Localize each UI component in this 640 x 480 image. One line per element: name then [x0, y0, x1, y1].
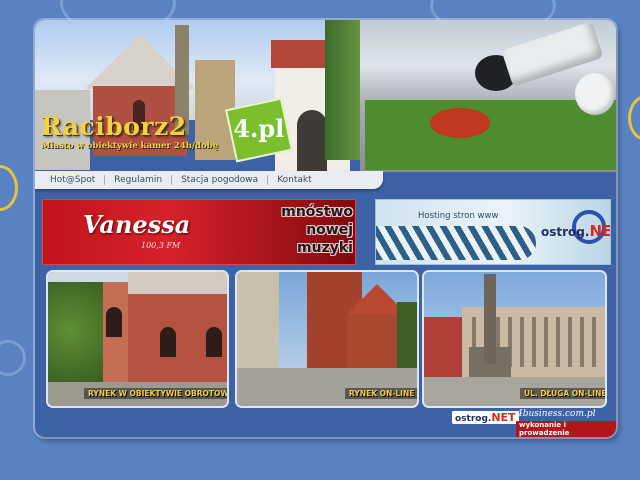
footer-credit: wykonanie i prowadzenie	[516, 421, 616, 437]
vanessa-slogan: mnóstwo nowej muzyki	[228, 203, 353, 257]
background-swirl	[628, 95, 640, 141]
site-tagline: Miasto w obiektywie kamer 24h/dobę	[41, 141, 218, 151]
tile-label: RYNEK ON-LINE	[345, 388, 417, 399]
ostrog-banner-text: Hosting stron www	[418, 211, 499, 221]
site-logo-badge[interactable]: 4.pl	[225, 97, 293, 163]
header-banner: Raciborz2 4.pl Miasto w obiektywie kamer…	[35, 20, 616, 172]
tile-image	[424, 272, 605, 406]
main-nav: Hot@Spot Regulamin Stacja pogodowa Konta…	[35, 171, 383, 189]
camera-tile-rynek-online[interactable]: RYNEK ON-LINE	[235, 270, 419, 408]
vanessa-logo: Vanessa	[83, 210, 191, 239]
header-lawn	[365, 100, 616, 170]
network-cable-icon	[376, 226, 536, 260]
ostrog-logo-suffix: NET	[589, 222, 610, 240]
vanessa-radio-banner[interactable]: Vanessa 100,3 FM mnóstwo nowej muzyki	[42, 199, 356, 265]
nav-item-stacja-pogodowa[interactable]: Stacja pogodowa	[172, 175, 267, 185]
tile-label: RYNEK W OBIEKTYWIE OBROTOWYM	[84, 388, 227, 399]
footer-ostrog-suffix: NET	[491, 411, 516, 424]
ostrog-hosting-banner[interactable]: Hosting stron www ostrog.NET	[375, 199, 611, 265]
header-flowerbed	[430, 108, 490, 138]
tile-image	[48, 272, 227, 406]
footer-4business-link[interactable]: 4business.com.pl	[517, 409, 596, 419]
nav-item-kontakt[interactable]: Kontakt	[268, 175, 320, 185]
footer-ostrog-prefix: ostrog.	[455, 414, 492, 424]
nav-item-regulamin[interactable]: Regulamin	[105, 175, 171, 185]
logo-badge-text: 4.pl	[233, 114, 285, 144]
camera-tile-ul-dluga[interactable]: UL. DŁUGA ON-LINE	[422, 270, 607, 408]
main-card: Raciborz2 4.pl Miasto w obiektywie kamer…	[35, 20, 616, 437]
footer-ostrog-logo[interactable]: ostrog.NET	[452, 411, 519, 424]
site-logo[interactable]: Raciborz2	[41, 112, 187, 141]
cctv-camera-icon	[475, 21, 615, 115]
nav-item-hotspot[interactable]: Hot@Spot	[41, 175, 104, 185]
tile-label: UL. DŁUGA ON-LINE	[520, 388, 605, 399]
ostrog-logo-prefix: ostrog.	[541, 225, 590, 239]
vanessa-frequency: 100,3 FM	[141, 241, 181, 250]
ostrog-logo: ostrog.NET	[541, 222, 610, 240]
slogan-line: nowej	[306, 222, 353, 238]
background-swirl	[0, 165, 18, 211]
camera-tile-rynek-obrotowy[interactable]: RYNEK W OBIEKTYWIE OBROTOWYM	[46, 270, 229, 408]
background-swirl	[0, 340, 26, 376]
slogan-line: muzyki	[297, 240, 353, 256]
tile-image	[237, 272, 417, 406]
slogan-line: mnóstwo	[281, 204, 353, 220]
header-trees	[325, 20, 365, 160]
